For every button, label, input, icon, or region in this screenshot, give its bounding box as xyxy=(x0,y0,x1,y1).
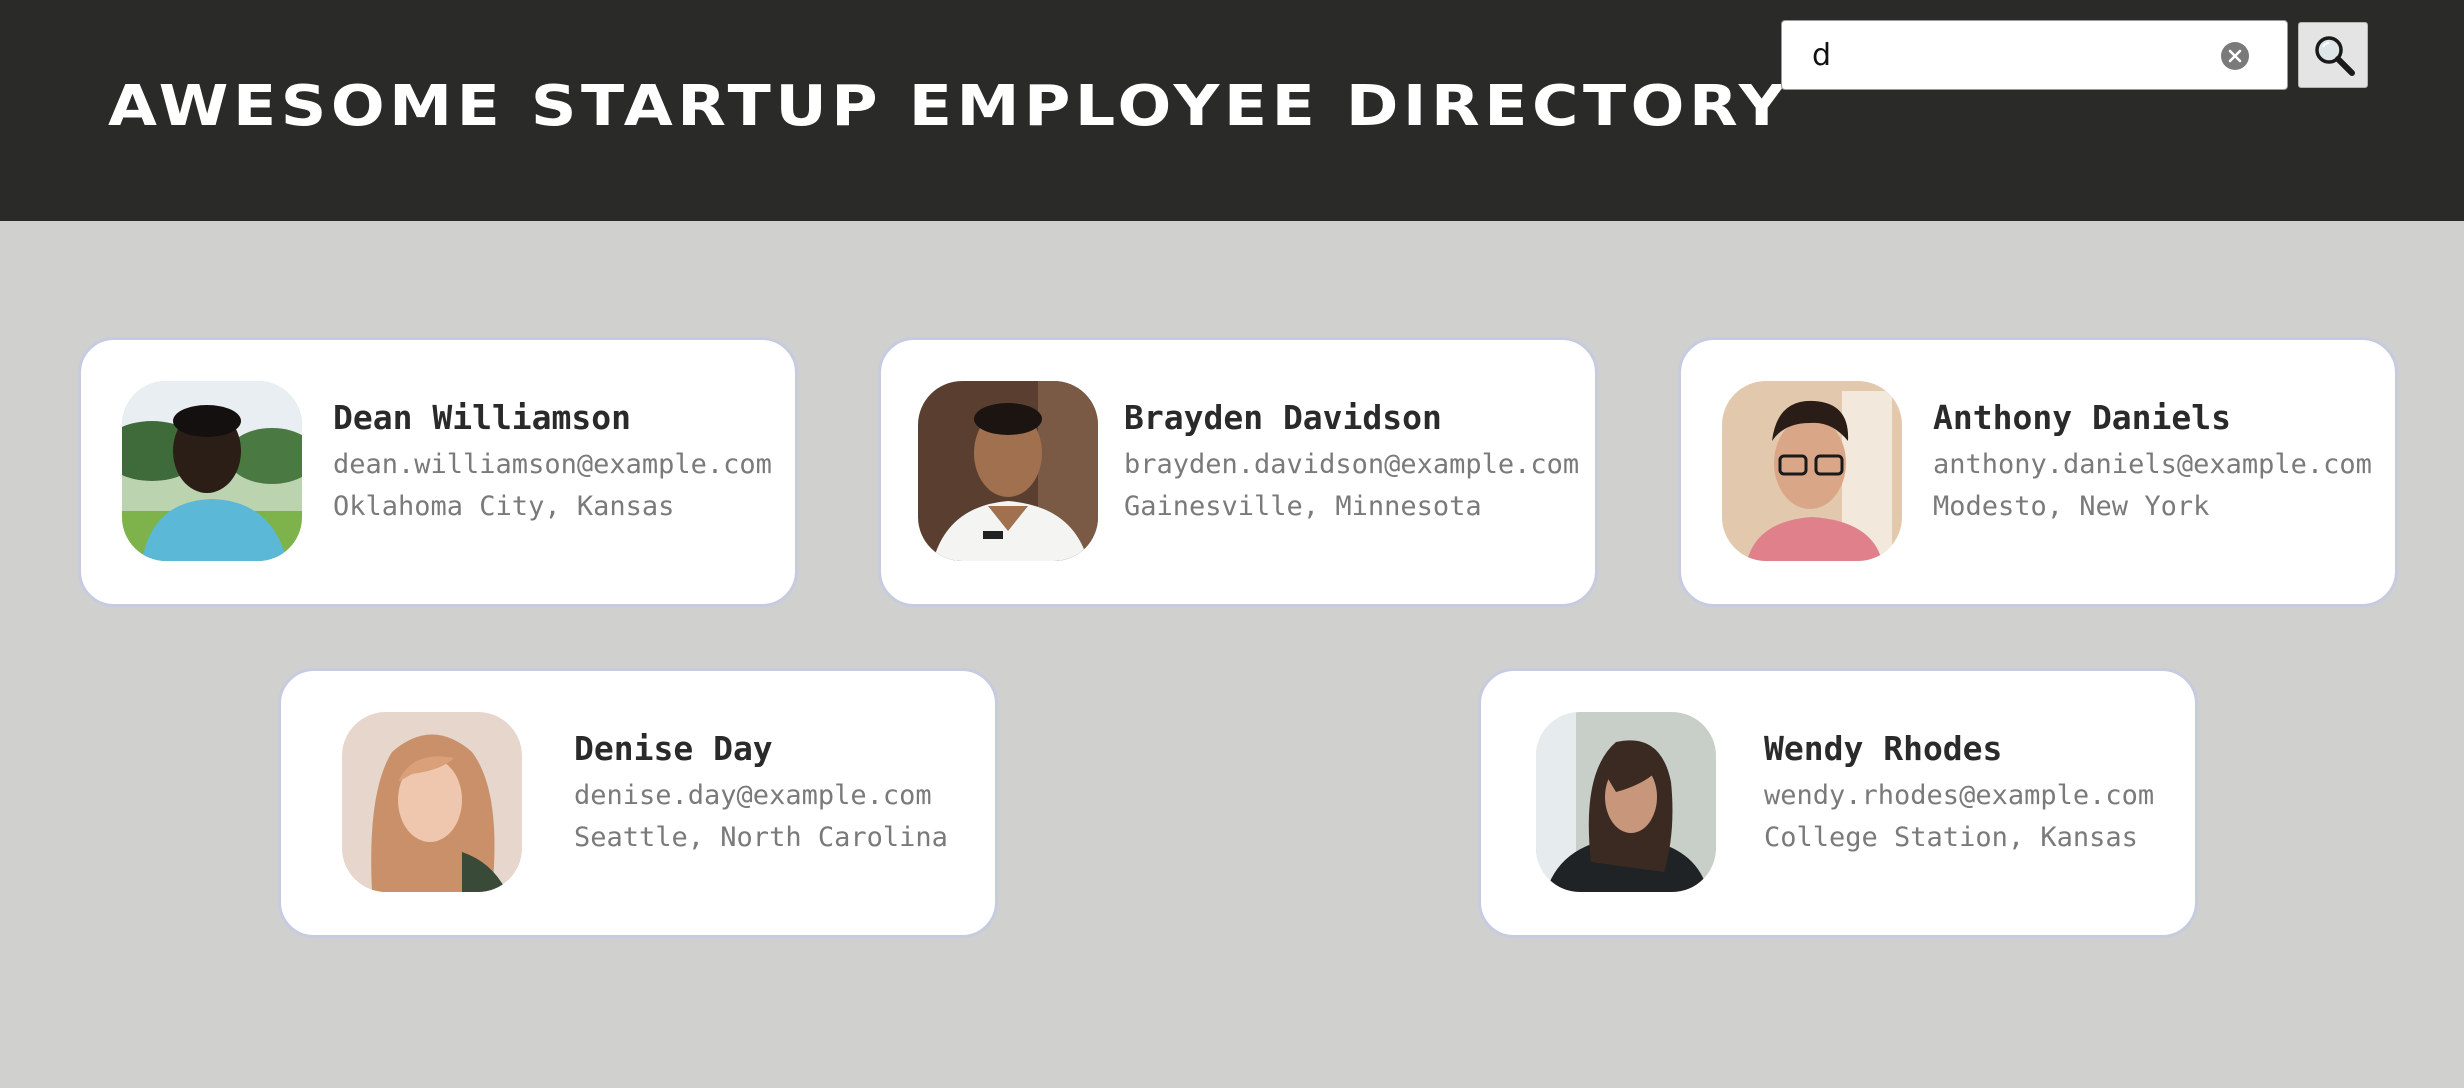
search-input[interactable] xyxy=(1812,21,2202,89)
employee-name: Brayden Davidson xyxy=(1124,398,1442,437)
search-button[interactable] xyxy=(2298,22,2368,88)
clear-circle-icon[interactable] xyxy=(2221,42,2249,70)
employee-location: Seattle, North Carolina xyxy=(574,822,948,853)
avatar xyxy=(1536,712,1716,892)
employee-location: Gainesville, Minnesota xyxy=(1124,491,1482,522)
avatar xyxy=(122,381,302,561)
page-header: Awesome Startup Employee Directory xyxy=(0,0,2464,221)
avatar xyxy=(342,712,522,892)
employee-email: wendy.rhodes@example.com xyxy=(1764,780,2155,811)
employee-location: College Station, Kansas xyxy=(1764,822,2138,853)
employee-location: Modesto, New York xyxy=(1933,491,2210,522)
employee-name: Denise Day xyxy=(574,729,773,768)
employee-card[interactable]: Dean Williamson dean.williamson@example.… xyxy=(78,337,798,607)
employee-email: dean.williamson@example.com xyxy=(333,449,772,480)
search-box[interactable] xyxy=(1781,20,2288,90)
employee-card[interactable]: Wendy Rhodes wendy.rhodes@example.com Co… xyxy=(1478,668,2198,938)
employee-card[interactable]: Anthony Daniels anthony.daniels@example.… xyxy=(1678,337,2398,607)
employee-email: denise.day@example.com xyxy=(574,780,932,811)
employee-name: Wendy Rhodes xyxy=(1764,729,2003,768)
page-title: Awesome Startup Employee Directory xyxy=(108,74,1790,139)
employee-email: anthony.daniels@example.com xyxy=(1933,449,2372,480)
avatar xyxy=(1722,381,1902,561)
employee-name: Anthony Daniels xyxy=(1933,398,2232,437)
employee-email: brayden.davidson@example.com xyxy=(1124,449,1580,480)
magnifier-icon xyxy=(2315,36,2355,76)
employee-name: Dean Williamson xyxy=(333,398,632,437)
employee-card[interactable]: Denise Day denise.day@example.com Seattl… xyxy=(278,668,998,938)
employee-location: Oklahoma City, Kansas xyxy=(333,491,675,522)
employee-card[interactable]: Brayden Davidson brayden.davidson@exampl… xyxy=(878,337,1598,607)
avatar xyxy=(918,381,1098,561)
